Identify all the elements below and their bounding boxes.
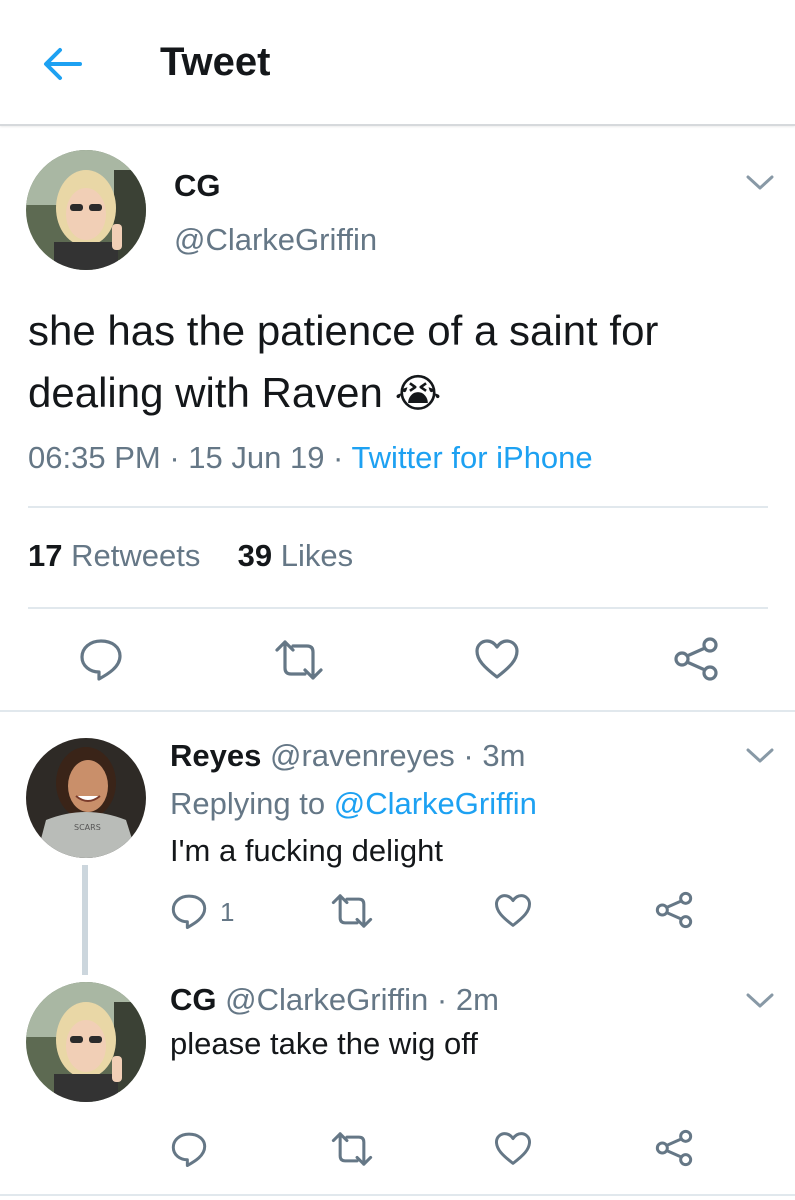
meta-separator: · (160, 440, 189, 475)
reply-handle[interactable]: @ravenreyes (270, 738, 455, 773)
chevron-down-icon[interactable] (744, 990, 776, 1017)
avatar[interactable] (26, 982, 146, 1102)
retweet-label: Retweets (71, 538, 201, 573)
reply-icon[interactable] (170, 1130, 208, 1173)
retweets-stat[interactable]: 17 Retweets (28, 538, 200, 573)
chevron-down-icon[interactable] (744, 745, 776, 772)
replying-prefix: Replying to (170, 786, 334, 821)
reply-handle[interactable]: @ClarkeGriffin (225, 982, 428, 1017)
reply-text: please take the wig off (170, 1026, 478, 1061)
like-icon[interactable] (474, 638, 520, 685)
tweet-body: she has the patience of a saint for deal… (28, 307, 659, 416)
replying-to: Replying to @ClarkeGriffin (170, 786, 537, 822)
like-icon[interactable] (494, 893, 532, 933)
divider (28, 506, 768, 508)
author-display-name[interactable]: CG (174, 168, 221, 204)
tweet-date: 15 Jun 19 (188, 440, 325, 475)
dot-separator: · (454, 738, 483, 773)
avatar[interactable]: SCARS (26, 738, 146, 858)
back-arrow-icon[interactable] (40, 44, 84, 84)
reply-icon[interactable] (170, 892, 208, 935)
replying-to-handle[interactable]: @ClarkeGriffin (334, 786, 537, 821)
retweet-icon[interactable] (330, 892, 374, 935)
divider (28, 607, 768, 609)
like-label: Likes (280, 538, 354, 573)
page-title: Tweet (160, 40, 271, 84)
reply-time: 3m (482, 738, 526, 773)
like-icon[interactable] (494, 1131, 532, 1171)
divider (0, 710, 795, 712)
likes-stat[interactable]: 39 Likes (238, 538, 353, 573)
avatar[interactable] (26, 150, 146, 270)
retweet-icon[interactable] (273, 638, 325, 687)
app-header: Tweet (0, 0, 795, 126)
retweet-icon[interactable] (330, 1130, 374, 1173)
share-icon[interactable] (654, 1128, 694, 1173)
divider (0, 1194, 795, 1196)
tweet-time: 06:35 PM (28, 440, 161, 475)
share-icon[interactable] (672, 636, 720, 687)
reply-header: Reyes @ravenreyes · 3m (170, 738, 525, 774)
like-count: 39 (237, 538, 273, 573)
reply-time: 2m (455, 982, 499, 1017)
tweet-stats: 17 Retweets 39 Likes (28, 538, 353, 574)
tweet-source-link[interactable]: Twitter for iPhone (351, 440, 592, 475)
share-icon[interactable] (654, 890, 694, 935)
svg-text:SCARS: SCARS (74, 823, 101, 832)
reply-display-name[interactable]: CG (170, 982, 217, 1017)
reply-display-name[interactable]: Reyes (170, 738, 261, 773)
chevron-down-icon[interactable] (744, 172, 776, 199)
tweet-text: she has the patience of a saint for deal… (28, 300, 778, 425)
retweet-count: 17 (28, 538, 63, 573)
crying-emoji: 😭 (394, 372, 442, 416)
reply-header: CG @ClarkeGriffin · 2m (170, 982, 499, 1018)
reply-icon[interactable] (78, 636, 124, 687)
meta-separator: · (324, 440, 352, 475)
author-handle[interactable]: @ClarkeGriffin (174, 222, 377, 258)
thread-line (82, 865, 88, 975)
dot-separator: · (428, 982, 456, 1017)
reply-text: I'm a fucking delight (170, 833, 444, 868)
reply-count: 1 (220, 897, 235, 927)
tweet-meta: 06:35 PM · 15 Jun 19 · Twitter for iPhon… (28, 440, 593, 476)
